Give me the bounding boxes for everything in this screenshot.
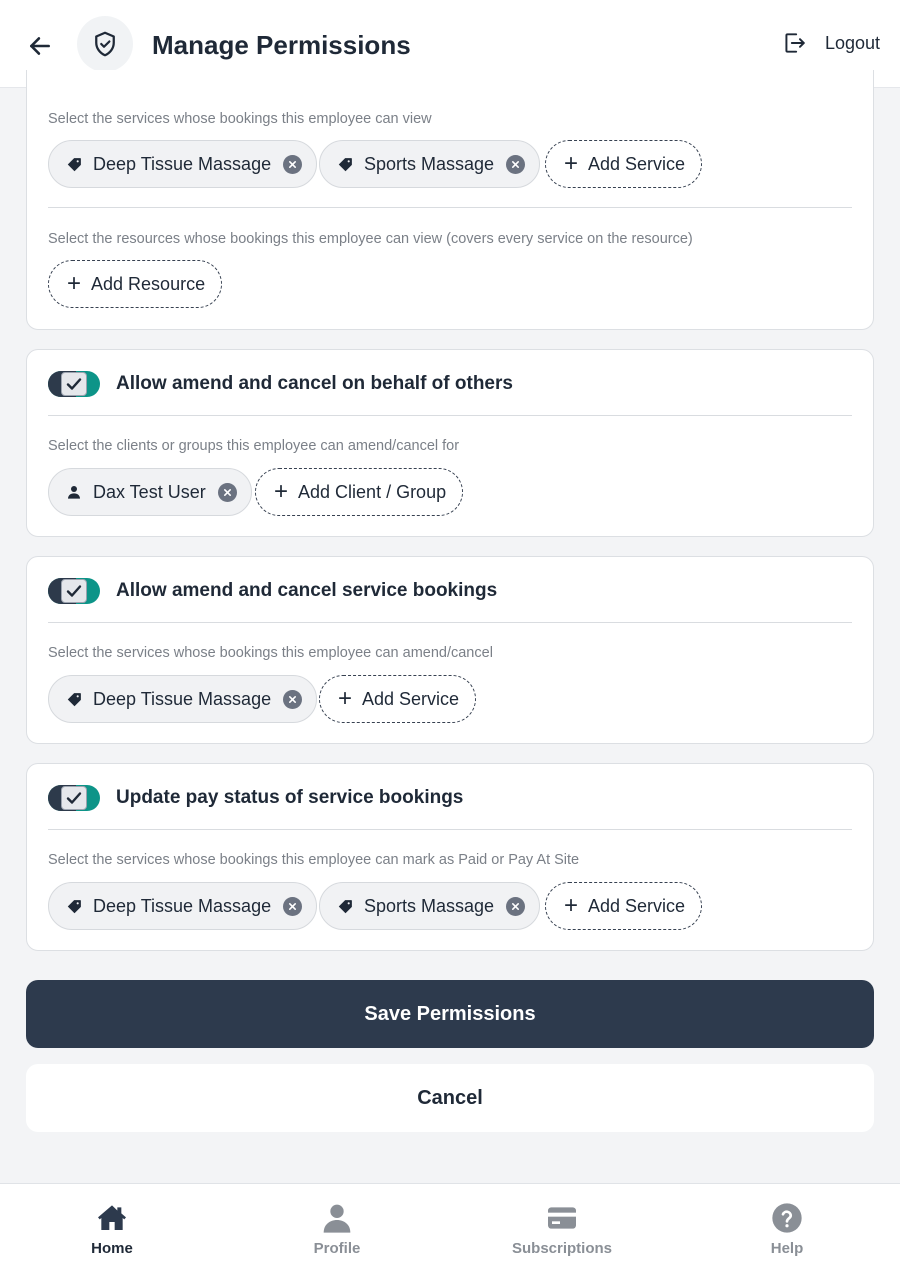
amend-services-toggle-row: Allow amend and cancel service bookings bbox=[48, 578, 497, 604]
client-chip: Dax Test User bbox=[48, 468, 252, 516]
divider bbox=[48, 207, 852, 208]
divider bbox=[48, 415, 852, 416]
home-icon bbox=[98, 1205, 126, 1230]
chip-label: Deep Tissue Massage bbox=[93, 688, 272, 709]
card-icon bbox=[548, 1207, 576, 1229]
add-client-group-label: Add Client / Group bbox=[298, 481, 447, 502]
pay-status-toggle-row: Update pay status of service bookings bbox=[48, 785, 463, 811]
save-permissions-button[interactable]: Save Permissions bbox=[26, 980, 874, 1048]
chip-label: Deep Tissue Massage bbox=[93, 153, 272, 174]
back-button[interactable] bbox=[22, 28, 58, 64]
pay-status-toggle[interactable] bbox=[48, 785, 100, 811]
chip-label: Dax Test User bbox=[93, 481, 206, 502]
tag-icon bbox=[65, 690, 83, 708]
add-service-label: Add Service bbox=[588, 895, 686, 916]
services-hint: Select the services whose bookings this … bbox=[48, 111, 432, 127]
amend-services-card: Allow amend and cancel service bookings … bbox=[26, 556, 874, 744]
add-resource-button[interactable]: + Add Resource bbox=[48, 260, 223, 308]
resources-hint: Select the resources whose bookings this… bbox=[48, 231, 693, 247]
plus-icon: + bbox=[564, 150, 579, 177]
pay-status-card: Update pay status of service bookings Se… bbox=[26, 763, 874, 951]
logout-icon bbox=[785, 33, 805, 53]
plus-icon: + bbox=[274, 478, 289, 505]
check-icon bbox=[61, 786, 87, 810]
amend-others-toggle[interactable] bbox=[48, 371, 100, 397]
add-service-label: Add Service bbox=[588, 153, 686, 174]
remove-chip-icon[interactable] bbox=[506, 896, 526, 916]
tag-icon bbox=[336, 155, 354, 173]
service-chip: Sports Massage bbox=[319, 882, 541, 930]
divider bbox=[48, 829, 852, 830]
service-chip: Deep Tissue Massage bbox=[48, 140, 318, 188]
divider bbox=[48, 622, 852, 623]
nav-label-home: Home bbox=[91, 1240, 133, 1257]
remove-chip-icon[interactable] bbox=[283, 154, 303, 174]
logout-button[interactable]: Logout bbox=[781, 30, 880, 56]
bottom-nav: Home Profile Subscriptions Help bbox=[0, 1183, 900, 1286]
chip-label: Deep Tissue Massage bbox=[93, 895, 272, 916]
amend-services-hint: Select the services whose bookings this … bbox=[48, 645, 493, 661]
amend-others-toggle-row: Allow amend and cancel on behalf of othe… bbox=[48, 371, 513, 397]
add-service-label: Add Service bbox=[362, 688, 460, 709]
shield-check-icon bbox=[95, 31, 115, 57]
shield-badge bbox=[77, 16, 133, 72]
nav-item-profile[interactable]: Profile bbox=[267, 1202, 407, 1257]
add-service-button[interactable]: + Add Service bbox=[545, 140, 703, 188]
plus-icon: + bbox=[564, 892, 579, 919]
chip-label: Sports Massage bbox=[364, 895, 495, 916]
nav-item-subscriptions[interactable]: Subscriptions bbox=[492, 1202, 632, 1257]
nav-label-help: Help bbox=[770, 1240, 804, 1257]
service-chip: Deep Tissue Massage bbox=[48, 882, 318, 930]
service-chip: Deep Tissue Massage bbox=[48, 675, 318, 723]
pay-status-title: Update pay status of service bookings bbox=[116, 787, 464, 808]
nav-item-help[interactable]: Help bbox=[717, 1202, 857, 1257]
cancel-button[interactable]: Cancel bbox=[26, 1064, 874, 1132]
plus-icon: + bbox=[67, 270, 82, 297]
tag-icon bbox=[65, 897, 83, 915]
plus-icon: + bbox=[338, 685, 353, 712]
amend-others-card: Allow amend and cancel on behalf of othe… bbox=[26, 349, 874, 537]
logout-label: Logout bbox=[824, 32, 880, 53]
add-resource-label: Add Resource bbox=[91, 273, 206, 294]
amend-services-title: Allow amend and cancel service bookings bbox=[116, 580, 498, 601]
nav-label-subscriptions: Subscriptions bbox=[511, 1240, 612, 1257]
remove-chip-icon[interactable] bbox=[283, 689, 303, 709]
chip-label: Sports Massage bbox=[364, 153, 495, 174]
help-icon bbox=[772, 1203, 802, 1233]
page-title: Manage Permissions bbox=[152, 30, 411, 60]
remove-chip-icon[interactable] bbox=[283, 896, 303, 916]
add-service-button[interactable]: + Add Service bbox=[319, 675, 477, 723]
tag-icon bbox=[336, 897, 354, 915]
person-icon bbox=[65, 483, 83, 501]
amend-services-toggle[interactable] bbox=[48, 578, 100, 604]
remove-chip-icon[interactable] bbox=[506, 154, 526, 174]
add-service-button[interactable]: + Add Service bbox=[545, 882, 703, 930]
add-client-group-button[interactable]: + Add Client / Group bbox=[255, 468, 464, 516]
view-bookings-card: Select the services whose bookings this … bbox=[26, 70, 874, 330]
tag-icon bbox=[65, 155, 83, 173]
nav-label-profile: Profile bbox=[313, 1240, 361, 1257]
amend-others-hint: Select the clients or groups this employ… bbox=[48, 438, 460, 454]
person-icon bbox=[323, 1204, 351, 1233]
remove-chip-icon[interactable] bbox=[217, 482, 237, 502]
check-icon bbox=[61, 579, 87, 603]
amend-others-title: Allow amend and cancel on behalf of othe… bbox=[116, 373, 513, 394]
check-icon bbox=[61, 372, 87, 396]
service-chip: Sports Massage bbox=[319, 140, 541, 188]
pay-status-hint: Select the services whose bookings this … bbox=[48, 852, 580, 868]
nav-item-home[interactable]: Home bbox=[42, 1202, 182, 1257]
arrow-left-icon bbox=[30, 37, 50, 55]
